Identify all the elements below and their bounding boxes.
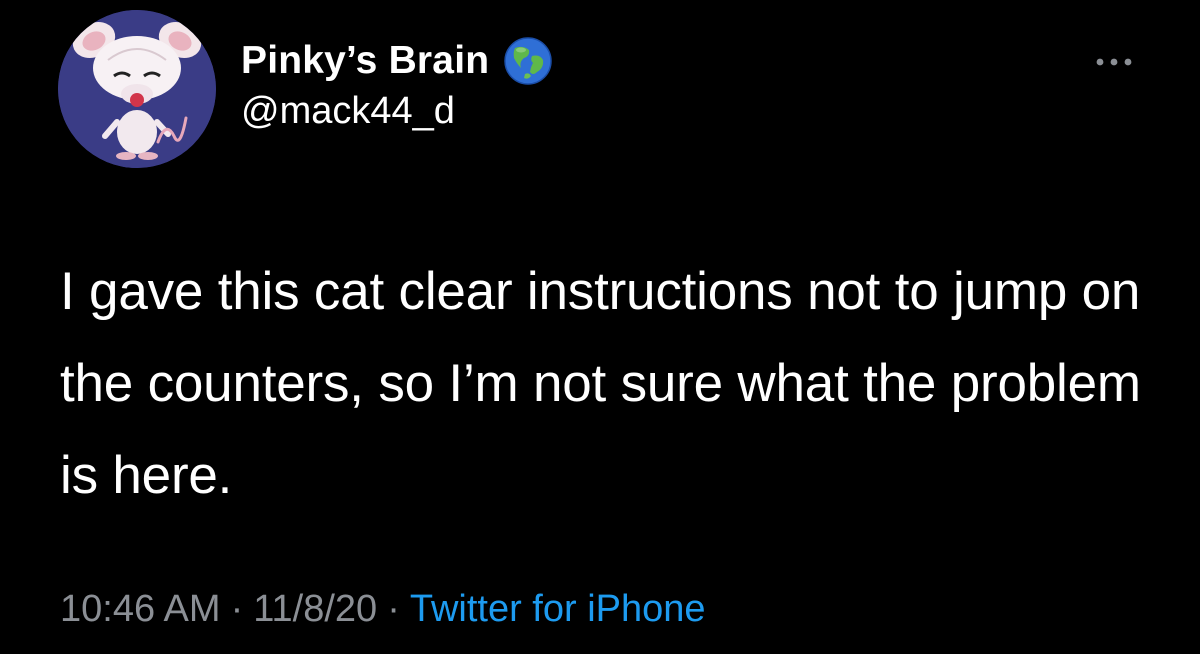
meta-separator: · — [387, 588, 400, 630]
tweet-text: I gave this cat clear instructions not t… — [60, 262, 1141, 505]
user-handle[interactable]: @mack44_d — [241, 90, 553, 133]
user-info: Pinky’s Brain @mack44_d — [241, 36, 553, 133]
tweet-source-link[interactable]: Twitter for iPhone — [410, 588, 706, 630]
tweet-date[interactable]: 11/8/20 — [253, 588, 377, 630]
tweet-container: Pinky’s Brain @mack44_d I gave this cat … — [0, 0, 1200, 654]
meta-separator: · — [230, 588, 244, 630]
user-avatar[interactable] — [58, 10, 216, 168]
name-row: Pinky’s Brain — [241, 36, 553, 86]
more-options-icon[interactable] — [1092, 52, 1136, 72]
tweet-time[interactable]: 10:46 AM — [60, 588, 221, 630]
tweet-meta: 10:46 AM · 11/8/20 · Twitter for iPhone — [60, 588, 706, 631]
globe-icon — [503, 36, 553, 86]
display-name[interactable]: Pinky’s Brain — [241, 39, 489, 83]
brain-mouse-avatar-icon — [58, 10, 216, 168]
